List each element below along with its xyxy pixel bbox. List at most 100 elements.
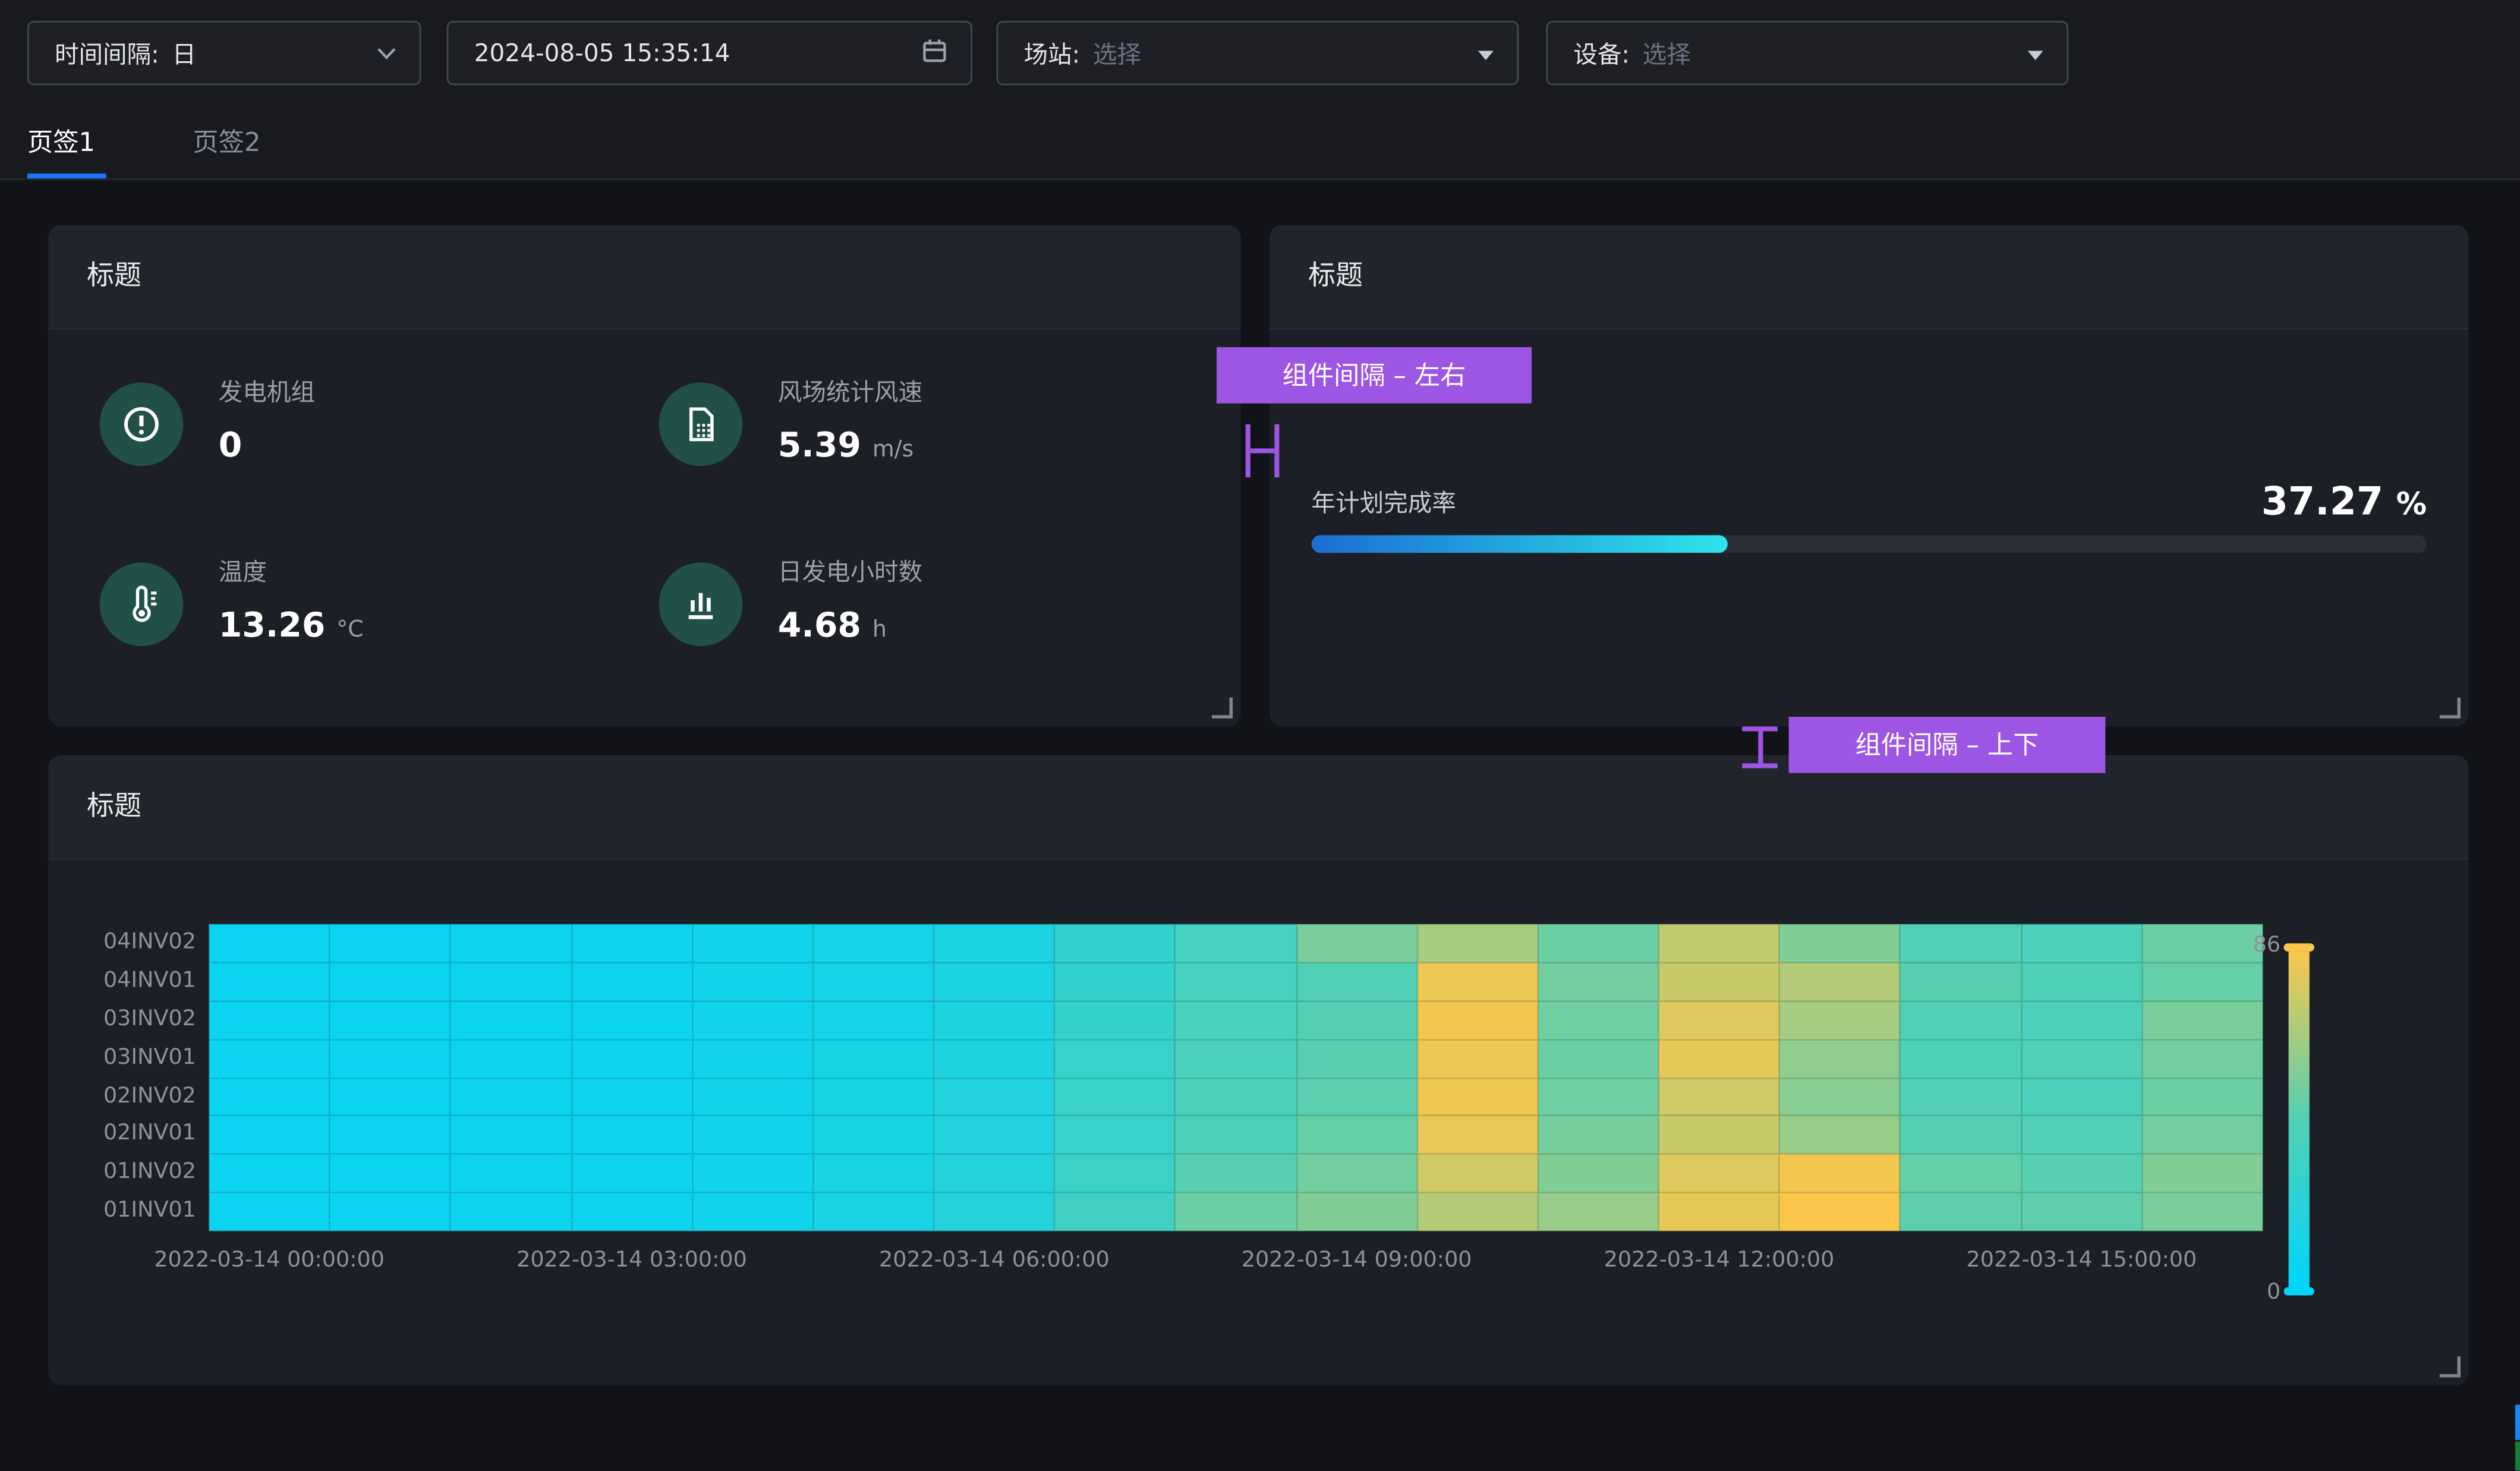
heatmap-cell — [209, 1193, 330, 1231]
report-icon — [659, 383, 743, 467]
heatmap-cell — [1296, 962, 1417, 1001]
heatmap-cell — [934, 1078, 1054, 1116]
heatmap-cell — [1296, 1154, 1417, 1193]
heatmap-cell — [692, 1193, 813, 1231]
progress-value: 37.27 % — [2261, 479, 2427, 527]
heatmap-cell — [209, 1040, 330, 1078]
stat-unit: h — [872, 606, 887, 654]
heatmap-cell — [1538, 1040, 1659, 1078]
heatmap-row-labels: 04INV0204INV0103INV0203INV0102INV0202INV… — [48, 924, 196, 1231]
bar-chart-icon — [659, 562, 743, 646]
heatmap-cell — [1055, 1078, 1176, 1116]
heatmap-cell — [330, 1193, 451, 1231]
heatmap-cell — [571, 924, 692, 963]
card-resize-handle[interactable] — [2440, 1356, 2461, 1377]
heatmap-cell — [209, 1116, 330, 1155]
heatmap-cell — [209, 962, 330, 1001]
station-select[interactable]: 场站: 选择 — [997, 21, 1519, 85]
heatmap-cell — [1417, 1154, 1538, 1193]
heatmap-cell — [209, 924, 330, 963]
heatmap-cell — [1900, 1193, 2021, 1231]
heatmap-cell — [1779, 1001, 1900, 1040]
heatmap-cell — [1538, 1116, 1659, 1155]
heatmap-cell — [1659, 1154, 1779, 1193]
heatmap-cell — [1659, 1078, 1779, 1116]
heatmap-cell — [1296, 924, 1417, 963]
heatmap-cell — [813, 1040, 934, 1078]
scrollbar-fragment[interactable] — [2515, 1404, 2520, 1439]
heatmap-cell — [1055, 1193, 1176, 1231]
stat-value: 0 — [219, 421, 242, 469]
station-label: 场站: — [1023, 36, 1080, 70]
stat-label: 发电机组 — [219, 376, 315, 408]
heatmap-cell — [2021, 1116, 2142, 1155]
heatmap-cell — [1779, 1116, 1900, 1155]
card-resize-handle[interactable] — [1212, 698, 1233, 719]
heatmap-cell — [2021, 1078, 2142, 1116]
card-resize-handle[interactable] — [2440, 698, 2461, 719]
heatmap-cell — [934, 962, 1054, 1001]
heatmap-cell — [451, 1116, 571, 1155]
heatmap-cell — [1659, 962, 1779, 1001]
device-select[interactable]: 设备: 选择 — [1546, 21, 2068, 85]
heatmap-cell — [451, 962, 571, 1001]
heatmap-cell — [692, 924, 813, 963]
progress-card-title: 标题 — [1270, 225, 2468, 330]
heatmap-cell — [1176, 1040, 1296, 1078]
heatmap-cell — [934, 1001, 1054, 1040]
stat-label: 温度 — [219, 556, 267, 588]
heatmap-cell — [571, 1116, 692, 1155]
heatmap-cell — [571, 1193, 692, 1231]
heatmap-cell — [1538, 1193, 1659, 1231]
heatmap-cell — [2142, 1193, 2263, 1231]
heatmap-cell — [934, 1116, 1054, 1155]
caret-down-icon — [2027, 39, 2045, 68]
heatmap-cell — [1659, 1001, 1779, 1040]
heatmap-cell — [330, 1001, 451, 1040]
heatmap-cell — [1779, 1154, 1900, 1193]
heatmap-cell — [2142, 1001, 2263, 1040]
colorbar-max-handle[interactable] — [2283, 943, 2314, 952]
interval-select[interactable]: 时间间隔: 日 — [27, 21, 421, 85]
gap-annotation-horizontal: 组件间隔 – 左右 — [1217, 347, 1532, 404]
heatmap-card-title: 标题 — [48, 755, 2468, 860]
tab-page1[interactable]: 页签1 — [27, 112, 95, 174]
alert-circle-icon — [100, 383, 184, 467]
heatmap-x-label: 2022-03-14 09:00:00 — [1228, 1247, 1485, 1272]
heatmap-cell — [1417, 1193, 1538, 1231]
heatmap-cell — [209, 1154, 330, 1193]
heatmap-cell — [1055, 1154, 1176, 1193]
heatmap-cell — [1176, 924, 1296, 963]
heatmap-cell — [1417, 962, 1538, 1001]
datetime-picker[interactable]: 2024-08-05 15:35:14 — [447, 21, 972, 85]
heatmap-cell — [2142, 1078, 2263, 1116]
heatmap-cell — [692, 962, 813, 1001]
heatmap-grid[interactable] — [209, 924, 2263, 1231]
heatmap-cell — [1900, 1154, 2021, 1193]
heatmap-row-label: 01INV02 — [48, 1154, 196, 1193]
tab-page2[interactable]: 页签2 — [193, 112, 260, 174]
heatmap-cell — [451, 1154, 571, 1193]
heatmap-cell — [451, 1001, 571, 1040]
heatmap-cell — [571, 1154, 692, 1193]
colorbar-max-label: 86 — [2184, 932, 2280, 957]
heatmap-row-label: 03INV01 — [48, 1040, 196, 1078]
heatmap-row-label: 04INV01 — [48, 962, 196, 1001]
heatmap-cell — [1176, 962, 1296, 1001]
stat-unit: °C — [336, 606, 363, 654]
stat-value: 4.68 — [778, 601, 861, 649]
heatmap-cell — [692, 1154, 813, 1193]
heatmap-cell — [813, 962, 934, 1001]
heatmap-cell — [451, 1193, 571, 1231]
heatmap-cell — [1779, 962, 1900, 1001]
heatmap-cell — [1176, 1193, 1296, 1231]
heatmap-cell — [692, 1001, 813, 1040]
colorbar-min-handle[interactable] — [2283, 1287, 2314, 1296]
heatmap-cell — [1659, 1193, 1779, 1231]
heatmap-cell — [813, 924, 934, 963]
top-toolbar: 时间间隔: 日 2024-08-05 15:35:14 场站: 选择 — [0, 0, 2520, 180]
heatmap-cell — [2142, 1154, 2263, 1193]
progress-track — [1312, 535, 2427, 553]
stats-card-title: 标题 — [48, 225, 1240, 330]
heatmap-cell — [1055, 962, 1176, 1001]
